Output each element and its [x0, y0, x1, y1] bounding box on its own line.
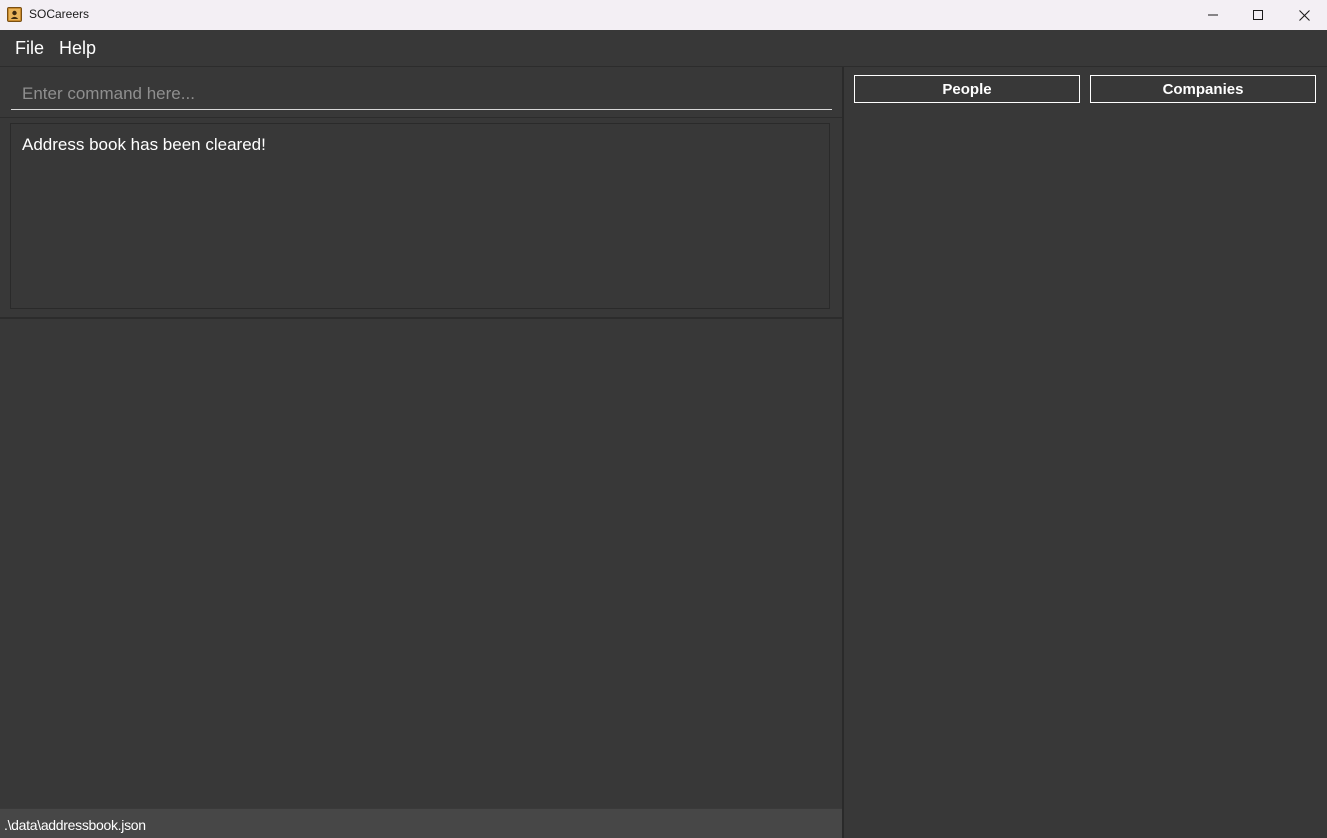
minimize-icon: [1208, 14, 1218, 16]
tab-people[interactable]: People: [854, 75, 1080, 103]
minimize-button[interactable]: [1190, 0, 1236, 30]
close-icon: [1298, 9, 1310, 21]
right-panel: People Companies: [844, 67, 1327, 838]
title-bar: SOCareers: [0, 0, 1327, 30]
save-file-path: .\data\addressbook.json: [4, 817, 146, 833]
window-title: SOCareers: [29, 7, 90, 21]
company-list-panel: [844, 111, 1327, 838]
maximize-button[interactable]: [1235, 0, 1281, 30]
result-message: Address book has been cleared!: [22, 135, 266, 154]
status-bar: .\data\addressbook.json: [0, 808, 843, 838]
address-book-icon: [7, 7, 22, 22]
maximize-icon: [1253, 10, 1263, 20]
tab-companies[interactable]: Companies: [1090, 75, 1316, 103]
command-input[interactable]: [11, 75, 832, 110]
menu-file[interactable]: File: [15, 37, 44, 59]
person-list-panel: [0, 319, 842, 808]
result-display[interactable]: Address book has been cleared!: [10, 123, 830, 309]
app-window: SOCareers File Help Addre: [0, 0, 1327, 838]
left-panel: Address book has been cleared!: [0, 67, 842, 838]
menu-bar: File Help: [0, 30, 1327, 67]
close-button[interactable]: [1281, 0, 1327, 30]
result-display-panel: Address book has been cleared!: [0, 118, 842, 319]
menu-help[interactable]: Help: [59, 37, 96, 59]
command-box: [0, 67, 842, 118]
